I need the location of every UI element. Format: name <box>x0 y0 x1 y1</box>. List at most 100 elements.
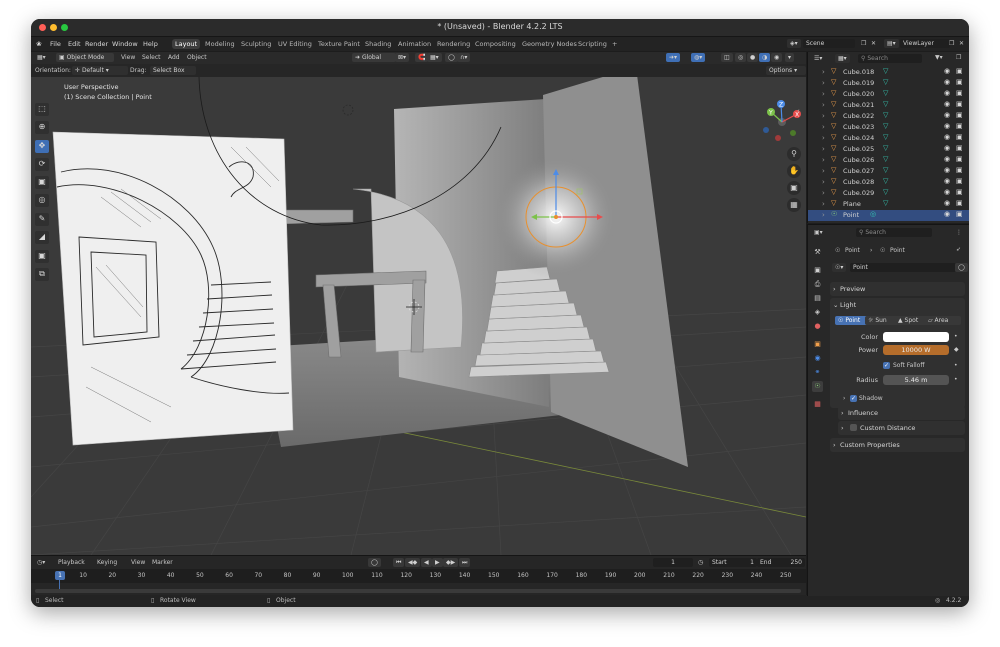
workspace-tab-layout[interactable]: Layout <box>172 39 201 49</box>
blender-logo-icon[interactable]: ❀ <box>36 40 41 48</box>
workspace-tab-animation[interactable]: Animation <box>395 39 434 49</box>
expand-chevron-icon[interactable]: › <box>822 123 825 131</box>
radius-keyframe-dot-icon[interactable]: • <box>954 376 958 383</box>
mesh-data-icon[interactable]: ▽ <box>883 177 888 185</box>
panel-influence[interactable]: › Influence <box>838 406 965 420</box>
timeline-editor-type-icon[interactable]: ◷▾ <box>37 559 45 566</box>
outliner-search-input[interactable]: ⚲ Search <box>858 54 922 63</box>
viewlayer-name-field[interactable]: ViewLayer <box>900 39 950 48</box>
visibility-eye-icon[interactable]: ◉ <box>944 111 950 119</box>
expand-chevron-icon[interactable]: › <box>822 200 825 208</box>
expand-chevron-icon[interactable]: › <box>822 145 825 153</box>
tool-select-box[interactable]: ⬚ <box>35 103 49 116</box>
tool-cursor[interactable]: ⊕ <box>35 121 49 134</box>
visibility-eye-icon[interactable]: ◉ <box>944 144 950 152</box>
shading-solid-button[interactable]: ● <box>747 53 759 62</box>
workspace-tab-scripting[interactable]: Scripting <box>575 39 610 49</box>
tab-scene[interactable]: ◈ <box>812 307 823 318</box>
workspace-tab-compositing[interactable]: Compositing <box>472 39 519 49</box>
viewport-menu-object[interactable]: Object <box>187 54 207 61</box>
outliner-row[interactable]: › ▽ Cube.022 ▽ ◉ ▣ <box>808 111 969 122</box>
render-camera-icon[interactable]: ▣ <box>956 177 963 185</box>
viewlayer-selector-icon[interactable]: ▤▾ <box>884 39 899 48</box>
render-camera-icon[interactable]: ▣ <box>956 166 963 174</box>
jump-next-keyframe-button[interactable]: ◆▶ <box>443 558 459 567</box>
copy-viewlayer-icon[interactable]: ❐ <box>949 40 954 47</box>
properties-search-input[interactable]: ⚲ Search <box>856 228 932 237</box>
properties-options-icon[interactable]: ⋮ <box>956 229 962 236</box>
datablock-name-field[interactable]: Point <box>850 263 956 272</box>
outliner-row[interactable]: › ▽ Cube.029 ▽ ◉ ▣ <box>808 188 969 199</box>
mesh-data-icon[interactable]: ▽ <box>883 100 888 108</box>
add-workspace-button[interactable]: + <box>609 39 620 49</box>
mesh-data-icon[interactable]: ▽ <box>883 144 888 152</box>
pan-view-icon[interactable]: ✋ <box>787 164 801 178</box>
visibility-eye-icon[interactable]: ◉ <box>944 133 950 141</box>
mesh-data-icon[interactable]: ▽ <box>883 133 888 141</box>
timeline-menu-keying[interactable]: Keying <box>97 559 117 566</box>
outliner-row[interactable]: › ▽ Cube.020 ▽ ◉ ▣ <box>808 89 969 100</box>
render-camera-icon[interactable]: ▣ <box>956 122 963 130</box>
collapse-sidebar-icon[interactable]: ‹ <box>797 107 800 115</box>
pin-icon[interactable]: ➶ <box>956 246 961 253</box>
menu-help[interactable]: Help <box>143 40 158 48</box>
tab-render[interactable]: ▣ <box>812 265 823 276</box>
tool-annotate[interactable]: ✎ <box>35 213 49 226</box>
render-camera-icon[interactable]: ▣ <box>956 133 963 141</box>
datablock-browse[interactable]: ☉▾ <box>832 263 847 272</box>
expand-chevron-icon[interactable]: › <box>822 178 825 186</box>
end-frame-field[interactable]: End 250 <box>757 558 805 567</box>
jump-start-button[interactable]: ⏮ <box>393 558 405 567</box>
tab-texture[interactable]: ▦ <box>812 399 823 410</box>
outliner-row[interactable]: › ▽ Cube.028 ▽ ◉ ▣ <box>808 177 969 188</box>
properties-editor-type-icon[interactable]: ▣▾ <box>814 229 823 236</box>
shading-options-dropdown[interactable]: ▾ <box>785 53 795 62</box>
tab-object[interactable]: ▣ <box>812 339 823 350</box>
render-camera-icon[interactable]: ▣ <box>956 199 963 207</box>
menu-edit[interactable]: Edit <box>68 40 81 48</box>
visibility-eye-icon[interactable]: ◉ <box>944 210 950 218</box>
options-dropdown[interactable]: Options ▾ <box>766 66 806 75</box>
tool-scale[interactable]: ▣ <box>35 176 49 189</box>
outliner-row[interactable]: › ▽ Cube.026 ▽ ◉ ▣ <box>808 155 969 166</box>
light-data-icon[interactable]: ◎ <box>870 210 876 218</box>
visibility-eye-icon[interactable]: ◉ <box>944 78 950 86</box>
menu-window[interactable]: Window <box>112 40 138 48</box>
mesh-data-icon[interactable]: ▽ <box>883 199 888 207</box>
workspace-tab-modeling[interactable]: Modeling <box>202 39 238 49</box>
power-field[interactable]: 10000 W <box>883 345 949 355</box>
tab-constraints[interactable]: ⚭ <box>812 367 823 378</box>
outliner-row[interactable]: › ▽ Cube.023 ▽ ◉ ▣ <box>808 122 969 133</box>
panel-custom-distance[interactable]: › Custom Distance <box>838 421 965 435</box>
tab-physics[interactable]: ◉ <box>812 353 823 364</box>
render-camera-icon[interactable]: ▣ <box>956 67 963 75</box>
render-camera-icon[interactable]: ▣ <box>956 100 963 108</box>
visibility-eye-icon[interactable]: ◉ <box>944 67 950 75</box>
mesh-data-icon[interactable]: ▽ <box>883 166 888 174</box>
drag-dropdown[interactable]: Select Box <box>150 66 196 75</box>
viewport-menu-add[interactable]: Add <box>168 54 180 61</box>
menu-file[interactable]: File <box>50 40 61 48</box>
expand-chevron-icon[interactable]: › <box>822 68 825 76</box>
soft-falloff-keyframe-dot-icon[interactable]: • <box>954 362 958 369</box>
outliner-row[interactable]: › ☉ Point ◎ ◉ ▣ <box>808 210 969 221</box>
panel-custom-properties[interactable]: › Custom Properties <box>830 438 965 452</box>
proportional-falloff-dropdown[interactable]: ∩▾ <box>457 53 471 62</box>
filter-icon[interactable]: ▼▾ <box>935 54 943 61</box>
render-camera-icon[interactable]: ▣ <box>956 89 963 97</box>
render-camera-icon[interactable]: ▣ <box>956 155 963 163</box>
visibility-eye-icon[interactable]: ◉ <box>944 155 950 163</box>
shading-wireframe-button[interactable]: ◎ <box>735 53 747 62</box>
visibility-eye-icon[interactable]: ◉ <box>944 199 950 207</box>
expand-chevron-icon[interactable]: › <box>822 156 825 164</box>
jump-prev-keyframe-button[interactable]: ◀◆ <box>405 558 421 567</box>
outliner-row[interactable]: › ▽ Cube.024 ▽ ◉ ▣ <box>808 133 969 144</box>
soft-falloff-checkbox[interactable]: ✓ <box>883 362 890 369</box>
fake-user-shield-icon[interactable]: ◯ <box>955 263 968 272</box>
workspace-tab-rendering[interactable]: Rendering <box>434 39 473 49</box>
workspace-tab-sculpting[interactable]: Sculpting <box>238 39 274 49</box>
tab-tool[interactable]: ⚒ <box>812 247 823 258</box>
mesh-data-icon[interactable]: ▽ <box>883 188 888 196</box>
start-frame-field[interactable]: Start 1 <box>709 558 757 567</box>
perspective-toggle-icon[interactable]: ▦ <box>787 198 801 212</box>
